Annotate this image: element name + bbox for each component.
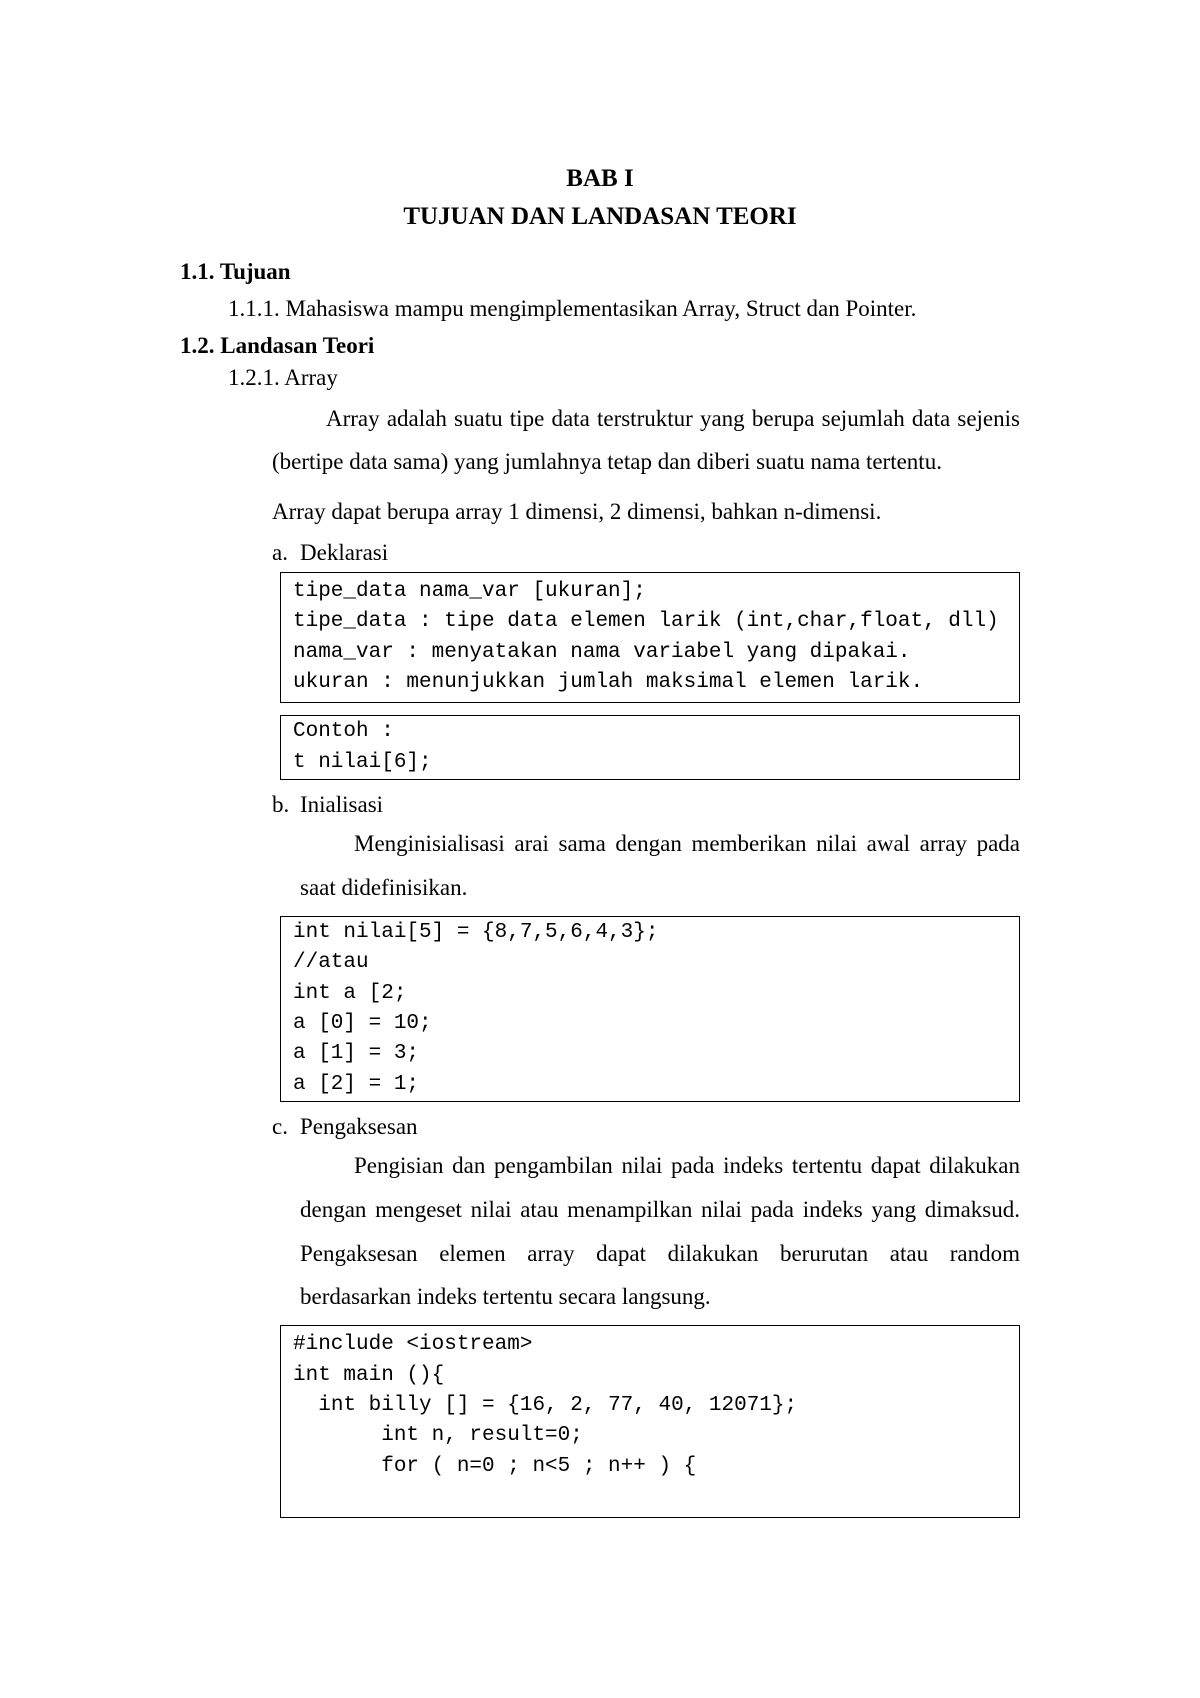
list-item-b: b.Inialisasi [272, 792, 1020, 818]
list-letter-b: b. [272, 792, 300, 818]
array-definition-text: Array adalah suatu tipe data terstruktur… [272, 406, 1020, 475]
list-letter-a: a. [272, 540, 300, 566]
pengaksesan-paragraph: Pengisian dan pengambilan nilai pada ind… [300, 1144, 1020, 1319]
inialisasi-paragraph: Menginisialisasi arai sama dengan member… [300, 822, 1020, 909]
code-box-contoh: Contoh : t nilai[6]; [280, 715, 1020, 780]
array-definition-paragraph: Array adalah suatu tipe data terstruktur… [272, 397, 1020, 484]
list-item-c: c.Pengaksesan [272, 1114, 1020, 1140]
inialisasi-text: Menginisialisasi arai sama dengan member… [300, 831, 1020, 900]
section-1-heading: 1.1. Tujuan [180, 259, 1020, 285]
list-letter-c: c. [272, 1114, 300, 1140]
chapter-number: BAB I [180, 165, 1020, 193]
section-2-subhead: 1.2.1. Array [228, 365, 1020, 391]
code-box-deklarasi: tipe_data nama_var [ukuran]; tipe_data :… [280, 572, 1020, 704]
document-page: BAB I TUJUAN DAN LANDASAN TEORI 1.1. Tuj… [0, 0, 1200, 1698]
list-title-a: Deklarasi [300, 540, 388, 565]
section-2-heading: 1.2. Landasan Teori [180, 333, 1020, 359]
code-box-pengaksesan: #include <iostream> int main (){ int bil… [280, 1325, 1020, 1518]
list-item-a: a.Deklarasi [272, 540, 1020, 566]
pengaksesan-text: Pengisian dan pengambilan nilai pada ind… [300, 1153, 1020, 1309]
section-1-item-1: 1.1.1. Mahasiswa mampu mengimplementasik… [228, 291, 1020, 327]
code-box-inialisasi: int nilai[5] = {8,7,5,6,4,3}; //atau int… [280, 916, 1020, 1103]
array-dimension-paragraph: Array dapat berupa array 1 dimensi, 2 di… [272, 490, 1020, 534]
list-title-b: Inialisasi [300, 792, 383, 817]
list-title-c: Pengaksesan [300, 1114, 418, 1139]
chapter-title: TUJUAN DAN LANDASAN TEORI [180, 203, 1020, 231]
